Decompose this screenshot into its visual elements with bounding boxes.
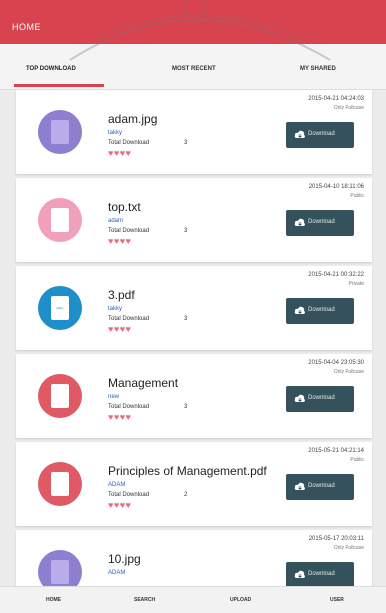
file-name[interactable]: 3.pdf [108, 288, 135, 302]
file-owner-link[interactable]: takky [108, 130, 122, 136]
file-icon: takky [38, 286, 82, 330]
file-name[interactable]: 10.jpg [108, 552, 141, 566]
total-download-count: 3 [184, 228, 188, 234]
file-name[interactable]: top.txt [108, 200, 141, 214]
file-owner-link[interactable]: new [108, 394, 119, 400]
file-card[interactable]: takky 3.pdf takky Total Download 3 ♥♥♥♥ … [16, 266, 372, 350]
total-download-label: Total Download [108, 316, 150, 322]
file-owner-link[interactable]: ADAM [108, 482, 125, 488]
download-button-label: Download [308, 219, 335, 225]
tab-bar: TOP DOWNLOAD MOST RECENT MY SHARED [0, 44, 386, 90]
active-tab-indicator [14, 84, 104, 87]
total-download-label: Total Download [108, 228, 150, 234]
download-button-label: Download [308, 571, 335, 577]
cloud-download-icon [294, 218, 305, 226]
upload-timestamp: 2015-04-10 18:11:06 [308, 184, 364, 190]
file-name[interactable]: Management [108, 376, 178, 390]
total-download-count: 3 [184, 404, 188, 410]
download-button-label: Download [308, 307, 335, 313]
file-owner-link[interactable]: adam [108, 218, 123, 224]
nav-home[interactable]: HOME [46, 597, 61, 603]
download-button-label: Download [308, 131, 335, 137]
file-card[interactable]: 10.jpg ADAM 2015-05-17 20:03:11 Only Ful… [16, 530, 372, 586]
nav-search[interactable]: SEARCH [134, 597, 155, 603]
download-button[interactable]: Download [286, 386, 354, 412]
file-card[interactable]: Management new Total Download 3 ♥♥♥♥ 201… [16, 354, 372, 438]
file-owner-link[interactable]: takky [108, 306, 122, 312]
download-button[interactable]: Download [286, 298, 354, 324]
download-button[interactable]: Download [286, 122, 354, 148]
tab-most-recent[interactable]: MOST RECENT [172, 66, 216, 72]
file-card[interactable]: adam.jpg takky Total Download 3 ♥♥♥♥ 201… [16, 90, 372, 174]
rating-hearts: ♥♥♥♥ [108, 148, 132, 158]
nav-user[interactable]: USER [330, 597, 344, 603]
total-download-label: Total Download [108, 140, 150, 146]
file-icon [38, 374, 82, 418]
rating-hearts: ♥♥♥♥ [108, 412, 132, 422]
rating-hearts: ♥♥♥♥ [108, 236, 132, 246]
cloud-download-icon [294, 306, 305, 314]
app-bar: HOME [0, 0, 386, 44]
download-button-label: Download [308, 483, 335, 489]
file-card[interactable]: top.txt adam Total Download 3 ♥♥♥♥ 2015-… [16, 178, 372, 262]
visibility-label: Only Fullcase [333, 369, 364, 375]
download-button[interactable]: Download [286, 562, 354, 586]
total-download-count: 2 [184, 492, 188, 498]
cloud-download-icon [294, 482, 305, 490]
file-icon [38, 462, 82, 506]
tab-my-shared[interactable]: MY SHARED [300, 66, 336, 72]
file-owner-link[interactable]: ADAM [108, 570, 125, 576]
upload-timestamp: 2015-04-21 00:32:22 [308, 272, 364, 278]
file-name[interactable]: Principles of Management.pdf [108, 464, 267, 478]
file-name[interactable]: adam.jpg [108, 112, 157, 126]
total-download-label: Total Download [108, 492, 150, 498]
visibility-label: Public [350, 193, 364, 199]
rating-hearts: ♥♥♥♥ [108, 500, 132, 510]
visibility-label: Private [348, 281, 364, 287]
bottom-nav: HOME SEARCH UPLOAD USER [0, 586, 386, 613]
download-button[interactable]: Download [286, 210, 354, 236]
cloud-download-icon [294, 394, 305, 402]
nav-upload[interactable]: UPLOAD [230, 597, 251, 603]
upload-timestamp: 2015-04-04 23:05:30 [308, 360, 364, 366]
download-button-label: Download [308, 395, 335, 401]
file-icon [38, 550, 82, 586]
visibility-label: Only Fullcase [333, 545, 364, 551]
visibility-label: Public [350, 457, 364, 463]
visibility-label: Only Fullcase [333, 105, 364, 111]
total-download-count: 3 [184, 316, 188, 322]
cloud-download-icon [294, 570, 305, 578]
rating-hearts: ♥♥♥♥ [108, 324, 132, 334]
file-icon [38, 198, 82, 242]
upload-timestamp: 2015-05-21 04:21:14 [308, 448, 364, 454]
cloud-download-icon [294, 130, 305, 138]
file-list[interactable]: adam.jpg takky Total Download 3 ♥♥♥♥ 201… [0, 90, 386, 586]
download-button[interactable]: Download [286, 474, 354, 500]
file-icon-label: takky [56, 306, 64, 310]
tab-top-download[interactable]: TOP DOWNLOAD [26, 66, 76, 72]
upload-timestamp: 2015-04-21 04:24:03 [308, 96, 364, 102]
upload-timestamp: 2015-05-17 20:03:11 [308, 536, 364, 542]
file-card[interactable]: Principles of Management.pdf ADAM Total … [16, 442, 372, 526]
total-download-label: Total Download [108, 404, 150, 410]
file-icon [38, 110, 82, 154]
app-title: HOME [12, 22, 41, 32]
total-download-count: 3 [184, 140, 188, 146]
